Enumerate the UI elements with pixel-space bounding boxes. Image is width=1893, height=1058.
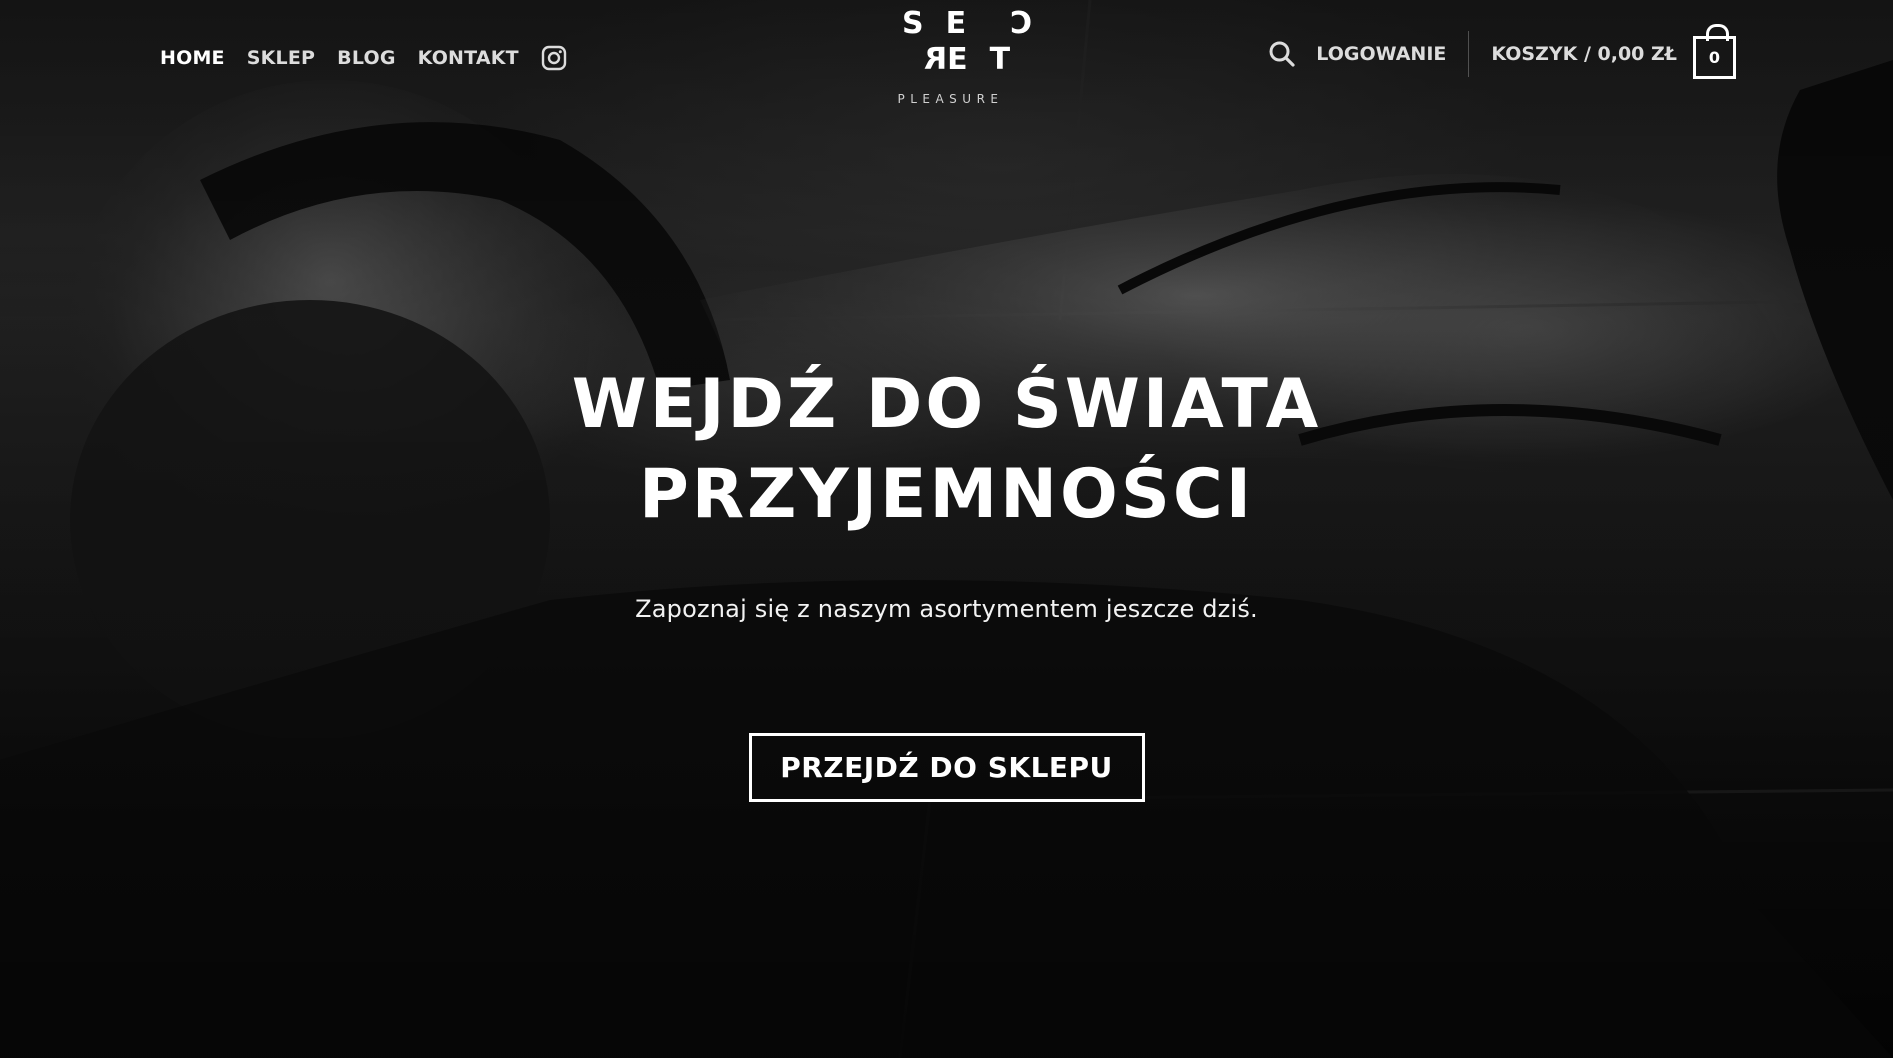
hero-section: WEJDŹ DO ŚWIATA PRZYJEMNOŚCI Zapoznaj si… xyxy=(0,360,1893,802)
site-header: HOME SKLEP BLOG KONTAKT SEC RET PLEASURE xyxy=(0,0,1893,115)
nav-blog[interactable]: BLOG xyxy=(337,47,395,69)
logo-letter-reversed: C xyxy=(988,6,1033,41)
site-logo[interactable]: SEC RET PLEASURE xyxy=(886,6,1032,110)
logo-letter: T xyxy=(989,42,1033,77)
logo-letter-reversed: R xyxy=(902,42,948,77)
logo-subtitle: PLEASURE xyxy=(897,92,1004,106)
nav-kontakt[interactable]: KONTAKT xyxy=(418,47,519,69)
cart-link[interactable]: KOSZYK / 0,00 ZŁ xyxy=(1491,43,1677,65)
hero-title: WEJDŹ DO ŚWIATA PRZYJEMNOŚCI xyxy=(0,360,1893,540)
logo-letter: E xyxy=(947,42,990,77)
logo-row-2: RET xyxy=(886,42,1010,78)
main-nav: HOME SKLEP BLOG KONTAKT xyxy=(160,40,567,76)
nav-sklep[interactable]: SKLEP xyxy=(247,47,315,69)
logo-letter: S xyxy=(902,6,946,41)
header-actions: LOGOWANIE KOSZYK / 0,00 ZŁ 0 xyxy=(1268,23,1736,81)
shop-cta-button[interactable]: PRZEJDŹ DO SKLEPU xyxy=(748,733,1145,802)
logo-row-1: SEC xyxy=(886,6,1032,42)
cart-bag-icon[interactable]: 0 xyxy=(1693,23,1736,79)
nav-home[interactable]: HOME xyxy=(160,47,225,69)
search-icon[interactable] xyxy=(1268,40,1296,68)
cart-count-badge: 0 xyxy=(1708,47,1721,67)
hero-title-line-1: WEJDŹ DO ŚWIATA xyxy=(571,365,1322,444)
header-divider xyxy=(1468,31,1470,77)
login-link[interactable]: LOGOWANIE xyxy=(1316,43,1446,65)
instagram-icon[interactable] xyxy=(541,45,567,71)
logo-letter: E xyxy=(945,6,989,41)
hero-subtitle: Zapoznaj się z naszym asortymentem jeszc… xyxy=(635,595,1258,623)
hero-title-line-2: PRZYJEMNOŚCI xyxy=(638,455,1255,534)
